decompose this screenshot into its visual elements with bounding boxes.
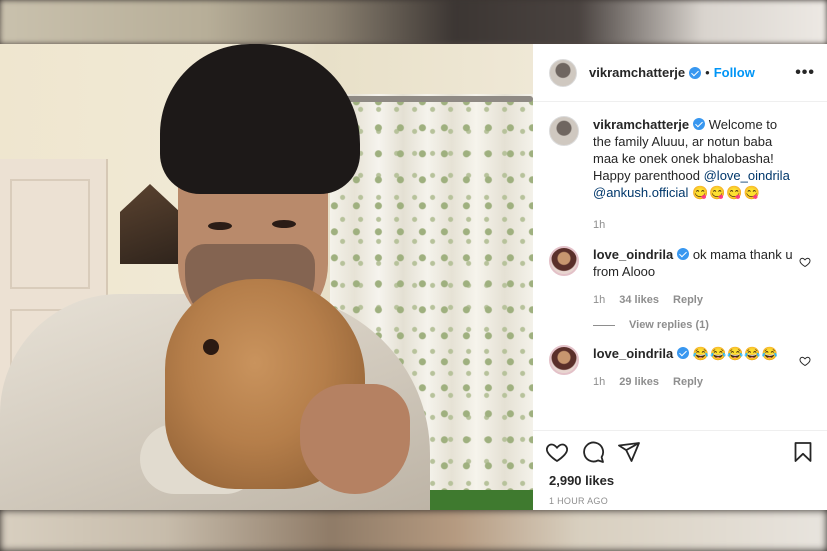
comment-time[interactable]: 1h [593,374,605,391]
verified-badge-icon [693,118,706,130]
comment-icon[interactable] [581,440,605,464]
avatar[interactable] [549,246,579,276]
caption-mention[interactable]: @love_oindrila [704,168,790,183]
comments-section[interactable]: vikramchatterje Welcome to the family Al… [533,102,827,415]
caption-emojis: 😋😋😋😋 [691,185,761,200]
comment-item: love_oindrila ok mama thank u from Alooo… [549,246,811,309]
comment-item: love_oindrila 😂😂😂😂😂 1h 29 likes Reply [549,345,811,391]
view-replies-line [593,324,615,326]
avatar[interactable] [549,345,579,375]
post-header: vikramchatterje • Follow ••• [533,44,827,102]
caption: vikramchatterje Welcome to the family Al… [549,116,811,234]
comment-username[interactable]: love_oindrila [593,346,673,361]
caption-username[interactable]: vikramchatterje [593,117,689,132]
reply-button[interactable]: Reply [673,292,703,309]
post-actions: 2,990 likes 1 HOUR AGO [533,430,827,506]
post-photo[interactable] [0,44,533,510]
follow-button[interactable]: Follow [714,65,755,80]
post-side-panel: vikramchatterje • Follow ••• vikramchatt… [533,44,827,510]
verified-badge-icon [677,347,690,359]
view-replies-button[interactable]: View replies (1) [593,319,811,331]
likes-count[interactable]: 2,990 likes [545,473,815,488]
photo-person-eye [208,222,232,230]
comment-emojis: 😂😂😂😂😂 [692,346,779,361]
avatar[interactable] [549,58,577,87]
view-replies-label: View replies (1) [629,319,709,331]
blurred-background-bottom [0,510,827,551]
photo-person-hand [300,384,410,494]
avatar[interactable] [549,116,579,146]
comment-likes[interactable]: 34 likes [619,292,659,309]
share-icon[interactable] [617,440,641,464]
reply-button[interactable]: Reply [673,374,703,391]
comment-username[interactable]: love_oindrila [593,247,673,262]
comment-heart-icon[interactable] [799,355,811,367]
blurred-background-top [0,0,827,44]
bookmark-icon[interactable] [791,440,815,464]
verified-badge-icon [689,66,702,79]
photo-person-eye [272,220,296,228]
caption-mention[interactable]: @ankush.official [593,185,688,200]
caption-time[interactable]: 1h [593,217,605,234]
post-username[interactable]: vikramchatterje [589,65,685,80]
separator-dot: • [705,65,710,80]
heart-icon[interactable] [545,440,569,464]
comment-time[interactable]: 1h [593,292,605,309]
post-timestamp[interactable]: 1 HOUR AGO [545,496,815,506]
verified-badge-icon [677,248,690,260]
comment-likes[interactable]: 29 likes [619,374,659,391]
photo-curtain-rod [340,96,533,102]
photo-green-floor [430,490,533,510]
instagram-post-screenshot: vikramchatterje • Follow ••• vikramchatt… [0,0,827,551]
more-options-icon[interactable]: ••• [795,64,815,82]
comment-heart-icon[interactable] [799,256,811,268]
